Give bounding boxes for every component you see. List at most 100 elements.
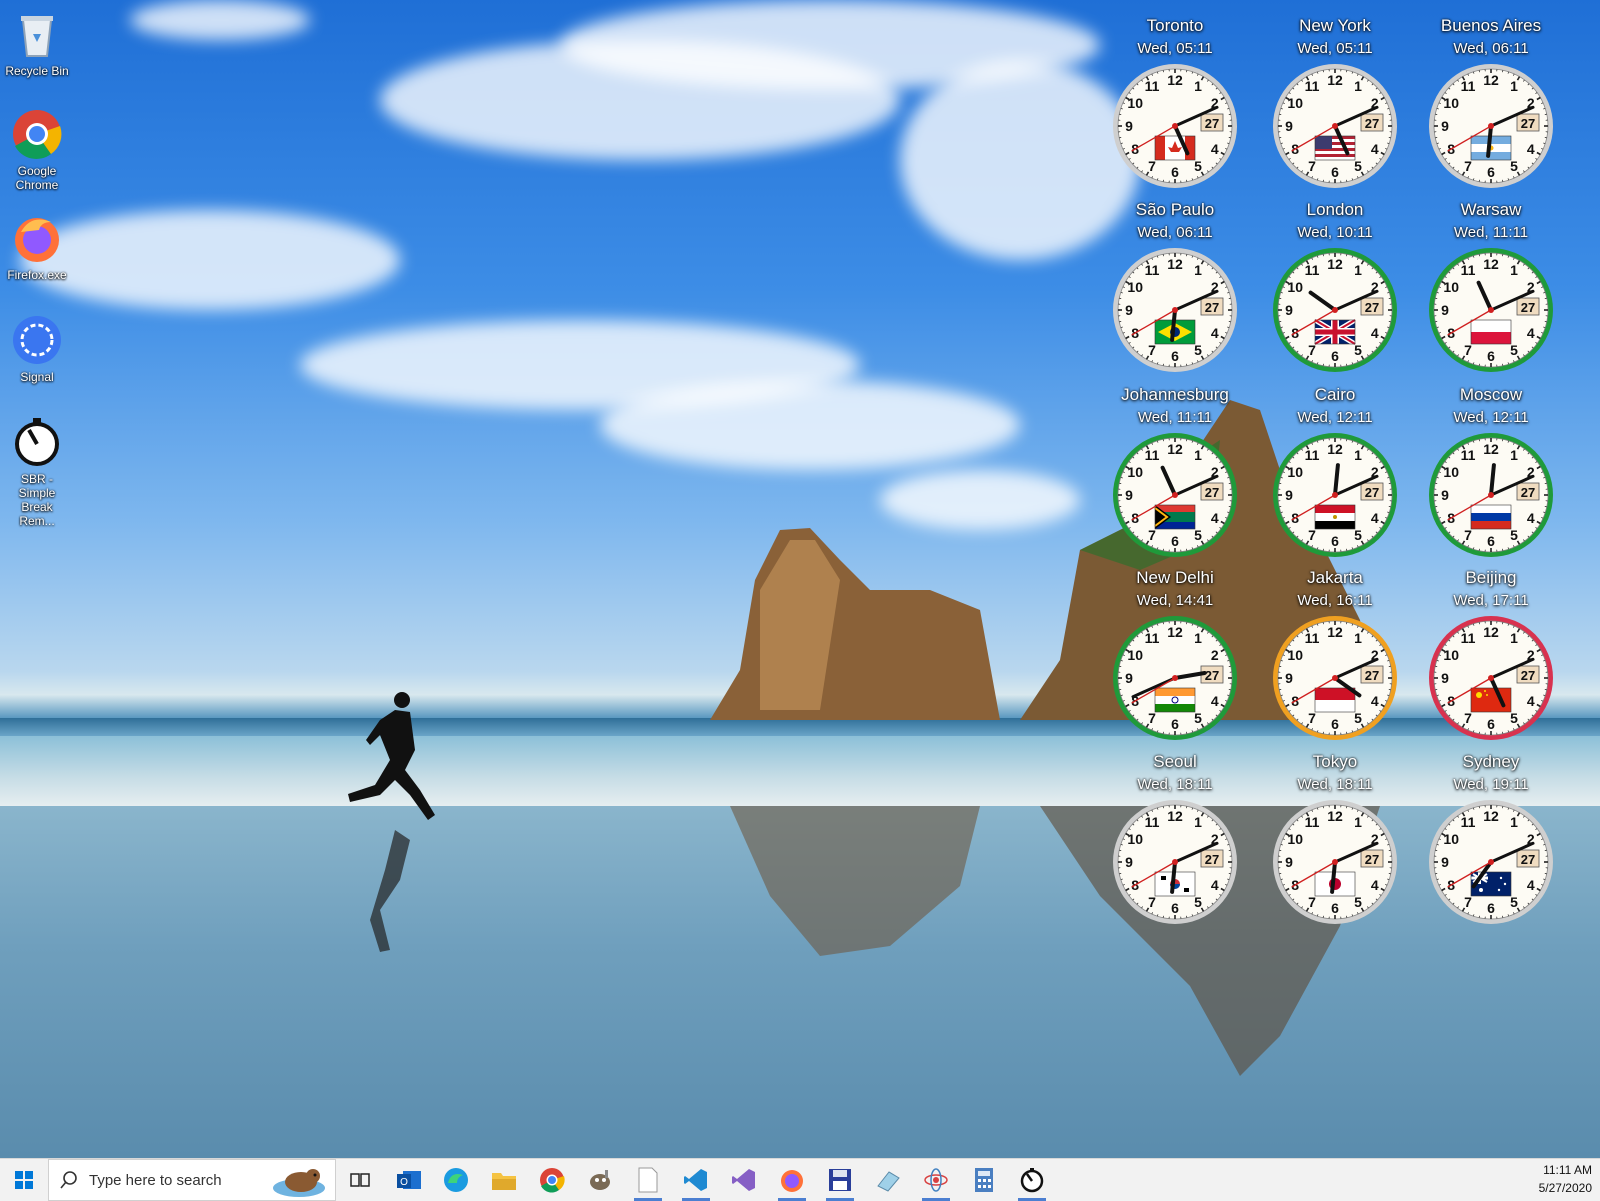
world-clock-london: LondonWed, 10:111245678910111227 [1260,200,1410,374]
wallpaper-cloud [600,380,1020,470]
clock-numeral: 11 [1145,78,1160,94]
desktop-icon-label: Firefox.exe [2,268,72,282]
desktop-icon-google-chrome[interactable]: Google Chrome [2,108,72,192]
wallpaper-cloud [130,0,310,40]
clock-numeral: 6 [1171,900,1179,916]
taskbar-network-app[interactable] [912,1159,960,1201]
clock-date: 27 [1365,300,1379,315]
clock-numeral: 11 [1305,78,1320,94]
desktop-icon-recycle-bin[interactable]: Recycle Bin [2,8,72,78]
world-clock-buenos-aires: Buenos AiresWed, 06:111245678910111227 [1416,16,1566,190]
clock-numeral: 6 [1487,900,1495,916]
world-clock-johannesburg: JohannesburgWed, 11:111245678910111227 [1100,385,1250,559]
analog-clock-face: 1245678910111227 [1427,614,1555,742]
clock-numeral: 4 [1371,877,1379,893]
clock-numeral: 5 [1194,527,1202,543]
taskbar-gimp[interactable] [576,1159,624,1201]
desktop-icon-sbr[interactable]: SBR - Simple Break Rem... [2,416,72,528]
taskbar-eraser-app[interactable] [864,1159,912,1201]
clock-numeral: 1 [1354,262,1362,278]
clock-numeral: 5 [1354,527,1362,543]
visual-studio-icon [731,1167,757,1193]
start-button[interactable] [0,1159,48,1201]
clock-numeral: 12 [1167,441,1183,457]
clock-city-name: Jakarta [1260,568,1410,588]
clock-numeral: 4 [1211,877,1219,893]
flag-egypt-icon [1315,505,1355,529]
world-clocks-gadget: TorontoWed, 05:111245678910111227New Yor… [1100,0,1600,960]
clock-numeral: 9 [1285,302,1293,318]
taskbar-firefox[interactable] [768,1159,816,1201]
clock-numeral: 9 [1125,302,1133,318]
clock-numeral: 12 [1327,256,1343,272]
taskbar-clock-time: 11:11 AM [1539,1161,1592,1179]
windows-start-icon [15,1171,33,1189]
clock-numeral: 12 [1327,72,1343,88]
sea-stack-rock [700,520,1010,730]
floppy-icon [828,1168,852,1192]
clock-numeral: 9 [1285,670,1293,686]
firefox-icon [11,212,63,264]
clock-numeral: 1 [1354,447,1362,463]
clock-numeral: 5 [1194,710,1202,726]
clock-numeral: 9 [1441,118,1449,134]
clock-day-time: Wed, 11:11 [1100,409,1250,427]
taskbar-clock[interactable]: 11:11 AM 5/27/2020 [1539,1161,1592,1197]
clock-city-name: New Delhi [1100,568,1250,588]
analog-clock-face: 1245678910111227 [1111,614,1239,742]
clock-day-time: Wed, 11:11 [1416,224,1566,242]
eraser-icon [875,1168,901,1192]
taskbar-file-explorer[interactable] [480,1159,528,1201]
clock-numeral: 11 [1145,814,1160,830]
signal-icon [11,314,63,366]
clock-numeral: 1 [1354,78,1362,94]
clock-numeral: 5 [1194,342,1202,358]
clock-numeral: 9 [1441,302,1449,318]
clock-date: 27 [1365,485,1379,500]
taskbar-vscode[interactable] [672,1159,720,1201]
clock-numeral: 6 [1171,533,1179,549]
clock-numeral: 6 [1487,716,1495,732]
flag-india-icon [1155,688,1195,712]
clock-numeral: 10 [1127,647,1143,663]
desktop-icon-signal[interactable]: Signal [2,314,72,384]
clock-city-name: São Paulo [1100,200,1250,220]
desktop-icon-firefox[interactable]: Firefox.exe [2,212,72,282]
clock-numeral: 12 [1483,808,1499,824]
taskbar-notepad[interactable] [624,1159,672,1201]
world-clock-new-delhi: New DelhiWed, 14:411245678910111227 [1100,568,1250,742]
desktop-icon-label: Google Chrome [2,164,72,192]
taskbar-calculator[interactable] [960,1159,1008,1201]
analog-clock-face: 1245678910111227 [1111,246,1239,374]
otter-illustration-icon [269,1162,329,1198]
clock-numeral: 5 [1510,342,1518,358]
taskbar-visual-studio[interactable] [720,1159,768,1201]
taskbar-search-box[interactable]: Type here to search [48,1159,336,1201]
task-view-button[interactable] [336,1159,384,1201]
firefox-icon [779,1167,805,1193]
taskbar-sbr-timer[interactable] [1008,1159,1056,1201]
taskbar-outlook[interactable]: O [384,1159,432,1201]
taskbar-chrome[interactable] [528,1159,576,1201]
clock-numeral: 9 [1285,854,1293,870]
analog-clock-face: 1245678910111227 [1427,246,1555,374]
world-clock-seoul: SeoulWed, 18:111245678910111227 [1100,752,1250,926]
clock-city-name: Sydney [1416,752,1566,772]
analog-clock-face: 1245678910111227 [1111,62,1239,190]
clock-city-name: Johannesburg [1100,385,1250,405]
clock-numeral: 6 [1487,348,1495,364]
wallpaper-cloud [20,210,400,310]
task-view-icon [350,1171,370,1189]
clock-numeral: 4 [1211,510,1219,526]
clock-day-time: Wed, 17:11 [1416,592,1566,610]
clock-numeral: 9 [1285,487,1293,503]
clock-numeral: 1 [1510,262,1518,278]
taskbar-edge[interactable] [432,1159,480,1201]
edge-icon [443,1167,469,1193]
clock-numeral: 10 [1287,279,1303,295]
taskbar-save-app[interactable] [816,1159,864,1201]
clock-numeral: 1 [1194,630,1202,646]
clock-numeral: 9 [1441,670,1449,686]
world-clock-new-york: New YorkWed, 05:111245678910111227 [1260,16,1410,190]
clock-date: 27 [1365,852,1379,867]
